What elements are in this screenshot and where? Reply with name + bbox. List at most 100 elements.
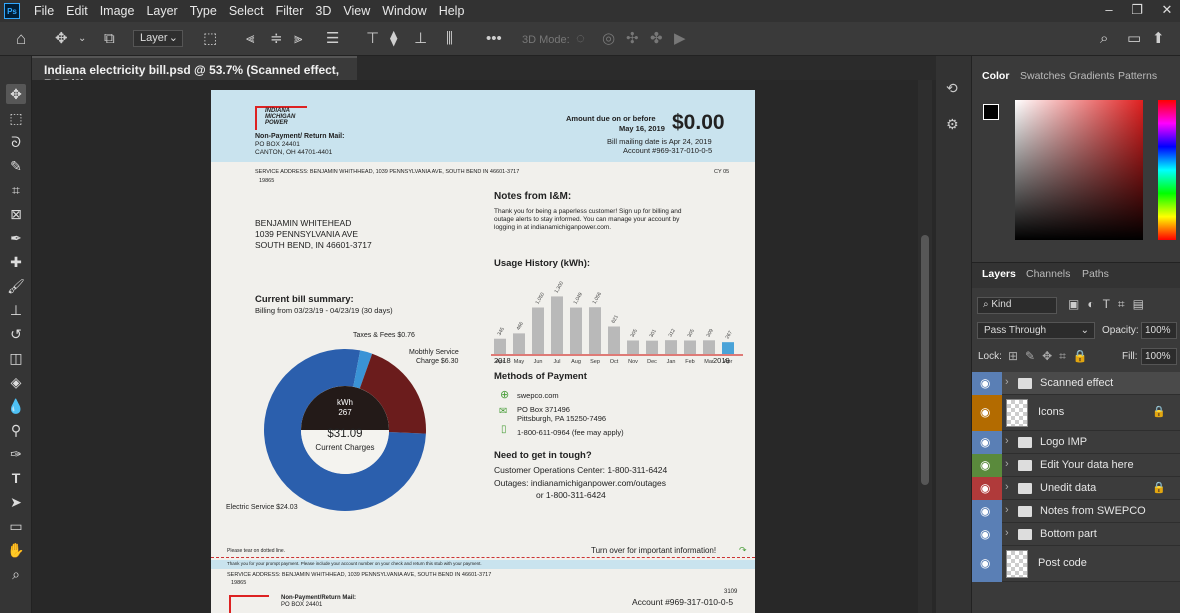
menu-help[interactable]: Help [433, 4, 471, 18]
chevron-right-icon[interactable]: › [1005, 481, 1009, 493]
align-top-icon[interactable]: ⊤ [366, 30, 379, 48]
menu-view[interactable]: View [337, 4, 376, 18]
align-left-icon[interactable]: ⫷ [246, 30, 254, 48]
layer-row[interactable]: ◉ Post code [972, 546, 1180, 582]
layer-visibility-toggle[interactable]: ◉ [972, 395, 1002, 431]
menu-filter[interactable]: Filter [270, 4, 310, 18]
more-options-icon[interactable]: ••• [486, 30, 502, 48]
menu-layer[interactable]: Layer [140, 4, 183, 18]
workspace-icon[interactable]: ▭ [1127, 30, 1141, 48]
auto-select-dropdown[interactable]: Layer ⌄ [133, 30, 183, 47]
3d-scale-icon[interactable]: ▶ [674, 30, 686, 48]
zoom-tool-icon[interactable]: ⌕ [6, 564, 26, 584]
marquee-tool-icon[interactable]: ⬚ [6, 108, 26, 128]
history-panel-icon[interactable]: ⟲ [946, 80, 958, 97]
eyedropper-tool-icon[interactable]: ✒ [6, 228, 26, 248]
frame-tool-icon[interactable]: ⊠ [6, 204, 26, 224]
paint-bucket-tool-icon[interactable]: ◈ [6, 372, 26, 392]
chevron-right-icon[interactable]: › [1005, 527, 1009, 539]
hue-slider[interactable] [1158, 100, 1176, 240]
opacity-input[interactable]: 100% [1141, 322, 1177, 339]
eraser-tool-icon[interactable]: ◫ [6, 348, 26, 368]
type-tool-icon[interactable]: T [6, 468, 26, 488]
menu-file[interactable]: File [28, 4, 60, 18]
color-picker-field[interactable] [1015, 100, 1143, 240]
layer-row[interactable]: ◉ › Edit Your data here [972, 454, 1180, 477]
distribute-vertical-icon[interactable]: ⫼ [446, 30, 453, 48]
layer-visibility-toggle[interactable]: ◉ [972, 546, 1002, 582]
3d-pan-icon[interactable]: ✣ [626, 30, 639, 48]
3d-roll-icon[interactable]: ◎ [602, 30, 615, 48]
path-selection-tool-icon[interactable]: ➤ [6, 492, 26, 512]
close-window-icon[interactable]: ✕ [1154, 2, 1180, 20]
layer-visibility-toggle[interactable]: ◉ [972, 431, 1002, 454]
layer-row[interactable]: ◉ › Bottom part [972, 523, 1180, 546]
menu-3d[interactable]: 3D [309, 4, 337, 18]
healing-brush-tool-icon[interactable]: ✚ [6, 252, 26, 272]
pen-tool-icon[interactable]: ✑ [6, 444, 26, 464]
auto-select-icon[interactable]: ⧉ [104, 30, 115, 48]
layer-row[interactable]: ◉ › Unedit data 🔒 [972, 477, 1180, 500]
layer-filter-dropdown[interactable]: ⌕ Kind [977, 297, 1057, 314]
rectangle-tool-icon[interactable]: ▭ [6, 516, 26, 536]
search-icon[interactable]: ⌕ [1100, 30, 1108, 48]
align-bottom-icon[interactable]: ⊥ [414, 30, 427, 48]
share-icon[interactable]: ⬆ [1152, 30, 1165, 48]
crop-tool-icon[interactable]: ⌗ [6, 180, 26, 200]
chevron-right-icon[interactable]: › [1005, 376, 1009, 388]
move-tool-icon[interactable]: ✥ [6, 84, 26, 104]
lasso-tool-icon[interactable]: ᘐ [6, 132, 26, 152]
layer-visibility-toggle[interactable]: ◉ [972, 372, 1002, 395]
layer-filter-icons[interactable]: ▣◐T⌗▤ [1068, 297, 1152, 312]
home-icon[interactable]: ⌂ [16, 30, 26, 48]
tab-layers[interactable]: Layers [982, 268, 1016, 280]
document-tab[interactable]: Indiana electricity bill.psd @ 53.7% (Sc… [32, 56, 357, 91]
blend-mode-dropdown[interactable]: Pass Through ⌄ [977, 322, 1095, 339]
tab-patterns[interactable]: Patterns [1118, 70, 1157, 82]
minimize-icon[interactable]: – [1096, 2, 1122, 20]
layer-visibility-toggle[interactable]: ◉ [972, 500, 1002, 523]
history-brush-tool-icon[interactable]: ↺ [6, 324, 26, 344]
3d-slide-icon[interactable]: ✤ [650, 30, 663, 48]
layer-row[interactable]: ◉ › Scanned effect [972, 372, 1180, 395]
canvas-area[interactable]: INDIANA MICHIGAN POWER Non-Payment/ Retu… [32, 80, 918, 613]
fill-input[interactable]: 100% [1141, 348, 1177, 365]
tab-paths[interactable]: Paths [1082, 268, 1109, 280]
quick-select-tool-icon[interactable]: ✎ [6, 156, 26, 176]
hand-tool-icon[interactable]: ✋ [6, 540, 26, 560]
3d-orbit-icon[interactable]: ◌ [576, 30, 585, 48]
layer-visibility-toggle[interactable]: ◉ [972, 454, 1002, 477]
foreground-color-swatch[interactable] [983, 104, 999, 120]
tab-color[interactable]: Color [982, 70, 1009, 82]
chevron-right-icon[interactable]: › [1005, 504, 1009, 516]
restore-icon[interactable]: ❐ [1124, 2, 1150, 20]
distribute-icon[interactable]: ☰ [326, 30, 339, 48]
blur-tool-icon[interactable]: 💧 [6, 396, 26, 416]
align-middle-icon[interactable]: ⧫ [390, 30, 397, 48]
scrollbar-thumb[interactable] [921, 235, 929, 485]
canvas-scrollbar[interactable] [918, 80, 932, 613]
document-canvas[interactable]: INDIANA MICHIGAN POWER Non-Payment/ Retu… [211, 90, 755, 613]
tab-swatches[interactable]: Swatches [1020, 70, 1066, 82]
chevron-right-icon[interactable]: › [1005, 435, 1009, 447]
align-center-icon[interactable]: ≑ [270, 30, 283, 48]
properties-panel-icon[interactable]: ⚙ [946, 116, 959, 133]
lock-icons[interactable]: ⊞✎✥⌗🔒 [1008, 349, 1095, 364]
menu-select[interactable]: Select [223, 4, 270, 18]
align-right-icon[interactable]: ⫸ [294, 30, 302, 48]
layer-row[interactable]: ◉ › Notes from SWEPCO [972, 500, 1180, 523]
menu-type[interactable]: Type [184, 4, 223, 18]
move-tool-icon[interactable]: ✥ [55, 30, 68, 48]
layer-row[interactable]: ◉ › Logo IMP [972, 431, 1180, 454]
dodge-tool-icon[interactable]: ⚲ [6, 420, 26, 440]
layer-row[interactable]: ◉ Icons 🔒 [972, 395, 1180, 431]
tab-channels[interactable]: Channels [1026, 268, 1070, 280]
tab-gradients[interactable]: Gradients [1069, 70, 1115, 82]
chevron-down-icon[interactable]: ⌄ [78, 30, 86, 48]
layer-visibility-toggle[interactable]: ◉ [972, 477, 1002, 500]
menu-window[interactable]: Window [376, 4, 432, 18]
layer-visibility-toggle[interactable]: ◉ [972, 523, 1002, 546]
chevron-right-icon[interactable]: › [1005, 458, 1009, 470]
transform-controls-icon[interactable]: ⬚ [203, 30, 217, 48]
menu-image[interactable]: Image [94, 4, 141, 18]
